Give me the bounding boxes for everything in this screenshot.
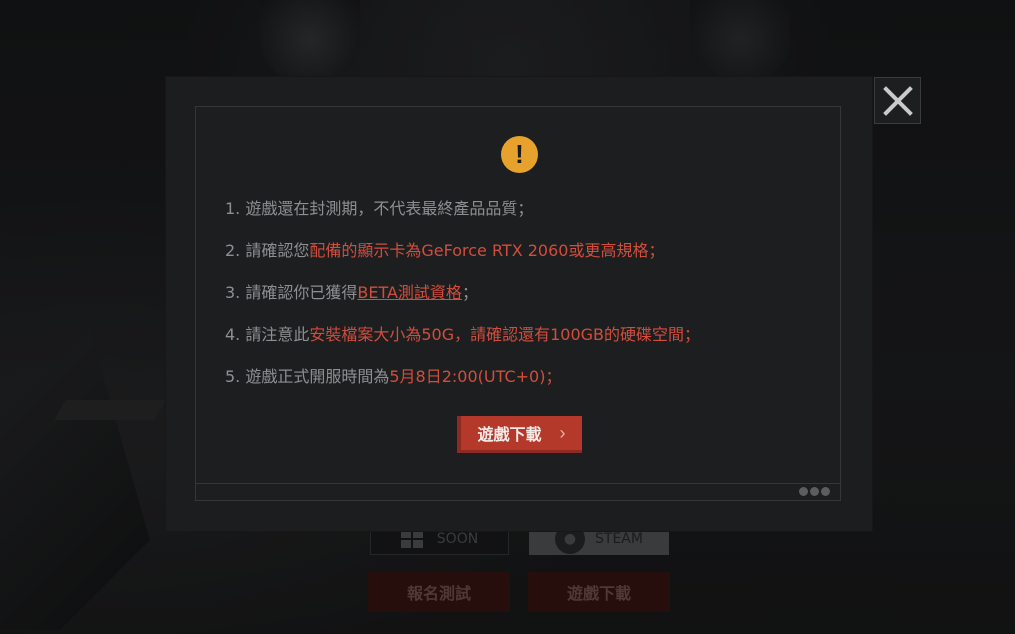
notice-panel: ! 1. 遊戲還在封測期，不代表最終產品品質； 2. 請確認您配備的顯示卡為GeF… — [195, 106, 841, 501]
notice-text: 1. 遊戲還在封測期，不代表最終產品品質； — [225, 199, 534, 218]
notice-item: 5. 遊戲正式開服時間為5月8日2:00(UTC+0)； — [225, 366, 700, 408]
game-download-button[interactable]: 遊戲下載 › — [457, 416, 582, 453]
notice-highlight-text: 5月8日2:00(UTC+0)； — [389, 367, 562, 386]
notice-item: 1. 遊戲還在封測期，不代表最終產品品質； — [225, 198, 700, 240]
chevron-right-icon: › — [559, 422, 566, 443]
notice-text: 3. 請確認你已獲得 — [225, 283, 358, 302]
notice-item: 4. 請注意此安裝檔案大小為50G，請確認還有100GB的硬碟空間； — [225, 324, 700, 366]
close-icon — [882, 85, 913, 116]
notice-highlight-text: 安裝檔案大小為50G，請確認還有100GB的硬碟空間； — [309, 325, 701, 344]
notice-list: 1. 遊戲還在封測期，不代表最終產品品質； 2. 請確認您配備的顯示卡為GeFor… — [225, 198, 700, 408]
warning-icon: ! — [501, 136, 538, 173]
close-button[interactable] — [874, 77, 921, 124]
notice-text: 2. 請確認您 — [225, 241, 310, 260]
notice-item: 2. 請確認您配備的顯示卡為GeForce RTX 2060或更高規格； — [225, 240, 700, 282]
notice-modal: ! 1. 遊戲還在封測期，不代表最終產品品質； 2. 請確認您配備的顯示卡為GeF… — [166, 77, 872, 531]
game-download-label: 遊戲下載 — [477, 427, 542, 444]
notice-text: 5. 遊戲正式開服時間為 — [225, 367, 390, 386]
notice-highlight-text: 配備的顯示卡為GeForce RTX 2060或更高規格； — [309, 241, 665, 260]
beta-qualification-link[interactable]: BETA測試資格 — [357, 283, 462, 302]
panel-footer — [196, 483, 840, 500]
notice-item: 3. 請確認你已獲得BETA測試資格； — [225, 282, 700, 324]
notice-text: 4. 請注意此 — [225, 325, 310, 344]
notice-text: ； — [461, 283, 478, 302]
decorative-dots — [799, 487, 830, 496]
